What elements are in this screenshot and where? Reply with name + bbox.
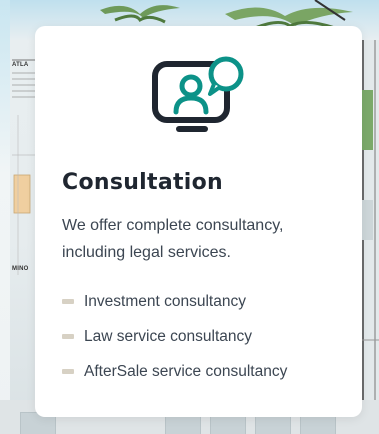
plan-label-bottom: MINO bbox=[12, 266, 29, 272]
card-title: Consultation bbox=[62, 170, 224, 195]
list-item: AfterSale service consultancy bbox=[62, 354, 287, 389]
bullet-icon bbox=[62, 299, 74, 304]
plan-label-top: ATLA bbox=[12, 62, 29, 68]
bullet-icon bbox=[62, 369, 74, 374]
consultation-card: Consultation We offer complete consultan… bbox=[35, 26, 362, 417]
card-description: We offer complete consultancy, including… bbox=[62, 217, 284, 261]
feature-label: Law service consultancy bbox=[84, 327, 252, 345]
list-item: Investment consultancy bbox=[62, 284, 287, 319]
consultation-monitor-chat-icon bbox=[152, 56, 244, 132]
feature-list: Investment consultancy Law service consu… bbox=[62, 284, 287, 389]
feature-label: Investment consultancy bbox=[84, 292, 246, 310]
left-strip bbox=[0, 0, 10, 434]
feature-label: AfterSale service consultancy bbox=[84, 362, 288, 380]
list-item: Law service consultancy bbox=[62, 319, 287, 354]
bullet-icon bbox=[62, 334, 74, 339]
